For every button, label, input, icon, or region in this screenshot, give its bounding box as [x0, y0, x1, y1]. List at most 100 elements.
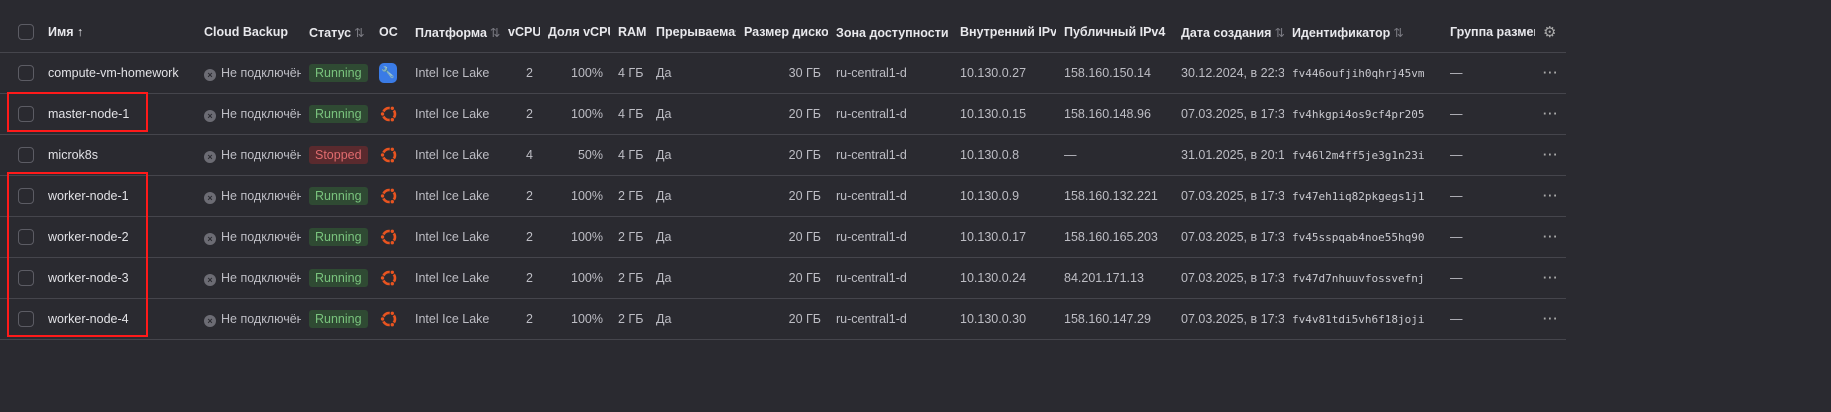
status-cell: Running — [301, 228, 371, 246]
preemptible: Да — [656, 271, 672, 285]
ubuntu-icon — [379, 186, 399, 206]
table-row[interactable]: compute-vm-homework × Не подключён Running 🔧… — [0, 53, 1566, 94]
placement-group: — — [1450, 107, 1463, 121]
vcpu: 2 — [526, 189, 533, 203]
table-row[interactable]: microk8s × Не подключён Stopped Intel Ice La… — [0, 135, 1566, 176]
zone: ru-central1-d — [836, 66, 907, 80]
zone: ru-central1-d — [836, 148, 907, 162]
x-circle-icon: × — [204, 68, 216, 81]
vcpu: 2 — [526, 271, 533, 285]
col-created[interactable]: Дата создания ⇅ — [1173, 25, 1284, 40]
internal-ip: 10.130.0.17 — [960, 230, 1027, 244]
status-cell: Running — [301, 187, 371, 205]
vm-name[interactable]: microk8s — [40, 148, 196, 162]
col-disk-size: Размер дисков — [744, 25, 828, 39]
col-ram: RAM — [618, 25, 647, 39]
table-row[interactable]: worker-node-2 × Не подключён Running Intel I… — [0, 217, 1566, 258]
table-row[interactable]: master-node-1 × Не подключён Running Intel I… — [0, 94, 1566, 135]
x-circle-icon: × — [204, 314, 216, 327]
backup-status: × Не подключён — [196, 189, 301, 204]
vcpu-share: 100% — [571, 107, 603, 121]
x-circle-icon: × — [204, 232, 216, 245]
ubuntu-icon — [379, 145, 399, 165]
col-id[interactable]: Идентификатор ⇅ — [1284, 25, 1442, 40]
backup-status: × Не подключён — [196, 230, 301, 245]
more-actions-icon[interactable]: ··· — [1535, 189, 1568, 203]
zone: ru-central1-d — [836, 271, 907, 285]
status-badge: Running — [309, 228, 368, 246]
preemptible: Да — [656, 148, 672, 162]
sort-icon[interactable]: ⇅ — [354, 26, 364, 40]
created-date: 30.12.2024, в 22:32 — [1181, 66, 1284, 80]
vcpu-share: 100% — [571, 312, 603, 326]
platform: Intel Ice Lake — [415, 312, 490, 326]
internal-ip: 10.130.0.9 — [960, 189, 1020, 203]
status-badge: Running — [309, 105, 368, 123]
sort-icon[interactable]: ⇅ — [1274, 26, 1284, 40]
created-date: 07.03.2025, в 17:33 — [1181, 107, 1284, 121]
col-zone[interactable]: Зона доступности⇅ — [828, 25, 952, 40]
vcpu: 2 — [526, 66, 533, 80]
x-circle-icon: × — [204, 109, 216, 122]
disk-size: 20 ГБ — [788, 107, 821, 121]
preemptible: Да — [656, 107, 672, 121]
gear-icon[interactable]: ⚙ — [1535, 23, 1568, 41]
os-cell — [371, 268, 407, 288]
vm-id: fv446oufjih0qhrj45vm — [1292, 66, 1425, 80]
vm-id: fv4v81tdi5vh6f18joji — [1292, 312, 1425, 326]
tools-icon: 🔧 — [379, 63, 397, 83]
os-cell — [371, 145, 407, 165]
placement-group: — — [1450, 312, 1463, 326]
table-row[interactable]: worker-node-3 × Не подключён Running Intel I… — [0, 258, 1566, 299]
more-actions-icon[interactable]: ··· — [1535, 107, 1568, 121]
public-ip: 84.201.171.13 — [1064, 271, 1144, 285]
more-actions-icon[interactable]: ··· — [1535, 271, 1568, 285]
internal-ip: 10.130.0.15 — [960, 107, 1027, 121]
placement-group: — — [1450, 271, 1463, 285]
vm-id: fv47d7nhuuvfossvefnj — [1292, 271, 1425, 285]
status-cell: Running — [301, 105, 371, 123]
disk-size: 20 ГБ — [788, 230, 821, 244]
zone: ru-central1-d — [836, 230, 907, 244]
table-row[interactable]: worker-node-1 × Не подключён Running Intel I… — [0, 176, 1566, 217]
more-actions-icon[interactable]: ··· — [1535, 230, 1568, 244]
backup-status: × Не подключён — [196, 107, 301, 122]
more-actions-icon[interactable]: ··· — [1535, 312, 1568, 326]
os-cell — [371, 104, 407, 124]
os-cell — [371, 186, 407, 206]
preemptible: Да — [656, 66, 672, 80]
vcpu: 4 — [526, 148, 533, 162]
placement-group: — — [1450, 66, 1463, 80]
row-checkbox[interactable] — [0, 147, 40, 163]
status-cell: Running — [301, 310, 371, 328]
highlight-box-master — [7, 92, 148, 132]
x-circle-icon: × — [204, 150, 216, 163]
vcpu-share: 50% — [577, 148, 603, 162]
sort-icon[interactable]: ⇅ — [490, 26, 500, 40]
more-actions-icon[interactable]: ··· — [1535, 148, 1568, 162]
table-row[interactable]: worker-node-4 × Не подключён Running Intel I… — [0, 299, 1566, 340]
col-status[interactable]: Статус ⇅ — [301, 25, 371, 40]
status-badge: Running — [309, 310, 368, 328]
ram: 2 ГБ — [618, 189, 644, 203]
backup-status: × Не подключён — [196, 148, 301, 163]
col-name[interactable]: Имя ↑ — [40, 25, 196, 39]
placement-group: — — [1450, 189, 1463, 203]
row-checkbox[interactable] — [0, 65, 40, 81]
x-circle-icon: × — [204, 273, 216, 286]
col-platform[interactable]: Платформа ⇅ — [407, 25, 500, 40]
col-preemptible: Прерываемая — [656, 25, 736, 39]
vm-name[interactable]: compute-vm-homework — [40, 66, 196, 80]
highlight-box-workers — [7, 172, 148, 337]
col-vcpu-share: Доля vCPU — [548, 25, 610, 39]
os-cell: 🔧 — [371, 63, 407, 83]
more-actions-icon[interactable]: ··· — [1535, 66, 1568, 80]
preemptible: Да — [656, 189, 672, 203]
preemptible: Да — [656, 312, 672, 326]
vm-id: fv4hkgpi4os9cf4pr205 — [1292, 107, 1425, 121]
select-all-checkbox[interactable] — [0, 24, 40, 40]
disk-size: 30 ГБ — [788, 66, 821, 80]
created-date: 31.01.2025, в 20:10 — [1181, 148, 1284, 162]
sort-icon[interactable]: ⇅ — [1393, 26, 1403, 40]
status-badge: Stopped — [309, 146, 368, 164]
